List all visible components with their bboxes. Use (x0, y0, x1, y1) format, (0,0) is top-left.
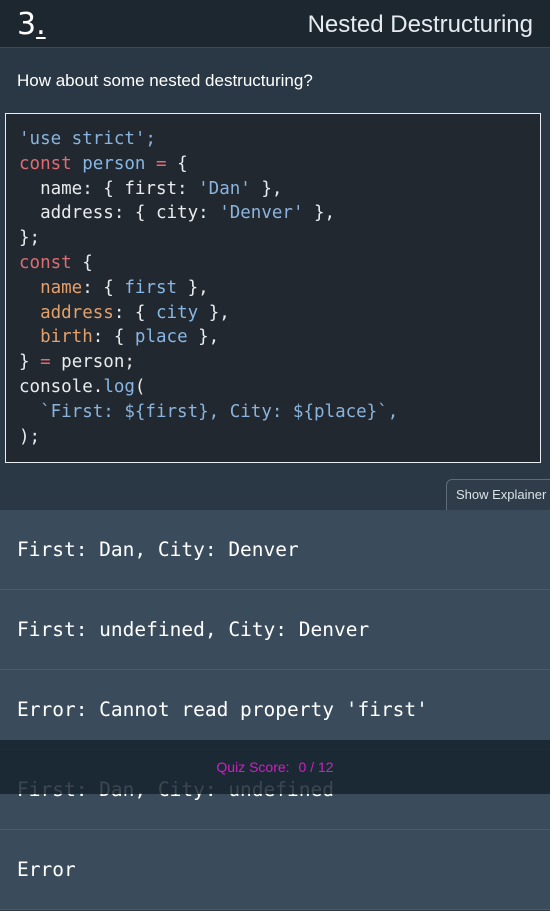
code-token: address: { city: (19, 203, 220, 224)
code-token: person (82, 153, 146, 174)
code-line-3: name: { first: 'Dan' }, (19, 177, 540, 202)
code-token: : { (92, 327, 135, 348)
code-token: : { (82, 277, 125, 298)
code-token: { (177, 153, 188, 174)
code-token: }, (177, 277, 209, 298)
code-line-7: name: { first }, (19, 276, 540, 301)
code-token: person; (50, 352, 135, 373)
code-token: : { (113, 302, 156, 323)
code-token: log (103, 376, 135, 397)
code-token: first (124, 277, 178, 298)
answer-option-2[interactable]: First: undefined, City: Denver (0, 590, 550, 670)
code-token: = (156, 153, 167, 174)
code-token: }, (250, 178, 283, 199)
code-line-10: } = person; (19, 350, 540, 375)
question-title: Nested Destructuring (307, 11, 533, 38)
code-token: name: { first: (19, 178, 199, 199)
code-token: birth (40, 327, 93, 348)
code-line-9: birth: { place }, (19, 325, 540, 350)
code-token: . (92, 376, 104, 397)
answer-option-1[interactable]: First: Dan, City: Denver (0, 510, 550, 590)
question-number-suffix: . (36, 7, 46, 42)
code-token: 'Dan' (198, 178, 251, 199)
answer-list: First: Dan, City: Denver First: undefine… (0, 510, 550, 910)
code-line-13: ); (19, 425, 540, 450)
code-token: } (19, 352, 41, 373)
question-prompt: How about some nested destructuring? (17, 71, 313, 90)
question-header: 3. Nested Destructuring (0, 0, 550, 48)
code-token: }, (187, 327, 220, 348)
code-line-8: address: { city }, (19, 301, 540, 326)
code-token: = (40, 352, 51, 373)
code-line-4: address: { city: 'Denver' }, (19, 201, 540, 226)
code-line-12: `First: ${first}, City: ${place}`, (19, 400, 540, 425)
code-token: name (40, 277, 83, 298)
code-token: const (19, 252, 72, 273)
code-token: ( (134, 376, 146, 397)
code-token: `First: ${first}, City: ${place}`, (19, 401, 399, 422)
show-explainer-button[interactable]: Show Explainer (446, 479, 550, 510)
code-token: ); (19, 426, 41, 447)
code-token: }; (19, 228, 41, 249)
answer-option-3[interactable]: Error: Cannot read property 'first' (0, 670, 550, 750)
code-token: { (71, 252, 93, 273)
code-line-11: console.log( (19, 375, 540, 400)
code-token: }, (198, 302, 230, 323)
question-number: 3. (17, 7, 46, 43)
quiz-score-label: Quiz Score: (216, 759, 290, 775)
code-token: 'Denver' (219, 203, 304, 224)
code-block: 'use strict'; const person = { name: { fi… (5, 113, 541, 463)
quiz-app: 3. Nested Destructuring How about some n… (0, 0, 550, 911)
quiz-score-bar: Quiz Score: 0 / 12 (0, 740, 550, 794)
quiz-score-value: 0 / 12 (298, 759, 334, 775)
question-number-value: 3 (17, 7, 37, 42)
code-line-6: const { (19, 251, 540, 276)
code-line-1: 'use strict'; (19, 127, 540, 152)
answer-option-5[interactable]: Error (0, 830, 550, 910)
code-token: city (156, 302, 199, 323)
code-line-2: const person = { (19, 152, 540, 177)
code-token: address (40, 302, 114, 323)
code-token: const (19, 153, 72, 174)
code-token: }, (303, 203, 336, 224)
code-line-5: }; (19, 226, 540, 251)
code-token: place (134, 327, 188, 348)
code-token: 'use strict'; (19, 129, 156, 149)
code-token: console (19, 376, 93, 397)
